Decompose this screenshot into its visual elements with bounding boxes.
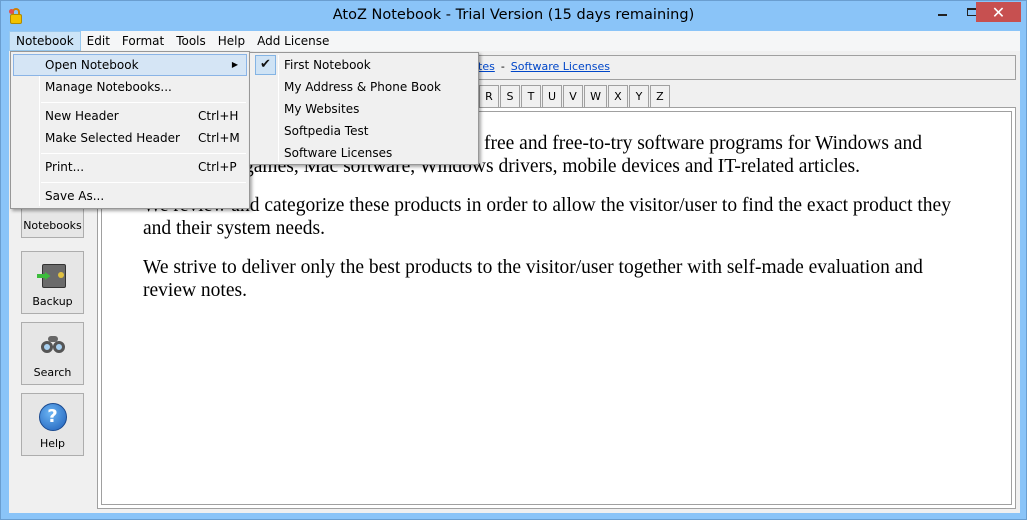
notebook-link-my-websites[interactable]: tes: [478, 60, 495, 73]
editor-paragraph-3: We strive to deliver only the best produ…: [143, 257, 923, 301]
sidebar-label: Backup: [32, 295, 73, 308]
menu-bar: Notebook Edit Format Tools Help Add Lice…: [9, 31, 1020, 51]
tab-x[interactable]: X: [607, 85, 628, 107]
submenu-arrow-icon: ▶: [231, 60, 238, 69]
menu-item-new-header[interactable]: New Header Ctrl+H: [13, 105, 247, 127]
tab-s[interactable]: S: [500, 85, 520, 107]
shortcut-text: Ctrl+H: [198, 109, 239, 123]
close-icon: ✕: [991, 2, 1006, 22]
submenu-item-first-notebook[interactable]: ✔ First Notebook: [252, 54, 476, 76]
menu-tools[interactable]: Tools: [170, 31, 212, 51]
sidebar-label: Help: [39, 437, 66, 450]
close-button[interactable]: ✕: [976, 2, 1021, 22]
menu-help[interactable]: Help: [212, 31, 251, 51]
link-separator: -: [500, 60, 505, 73]
shortcut-text: Ctrl+M: [198, 131, 240, 145]
menu-item-manage-notebooks[interactable]: Manage Notebooks...: [13, 76, 247, 98]
tab-y[interactable]: Y: [628, 85, 649, 107]
tab-r[interactable]: R: [479, 85, 499, 107]
menu-separator: [41, 102, 246, 103]
sidebar-label: Notebooks: [23, 219, 82, 232]
minimize-button[interactable]: [927, 2, 957, 22]
binoculars-icon: [36, 332, 70, 362]
sidebar-search-button[interactable]: Search: [21, 322, 84, 385]
editor-paragraph-2: We review and categorize these products …: [143, 195, 951, 239]
notebook-link-software-licenses[interactable]: Software Licenses: [511, 60, 610, 73]
tab-u[interactable]: U: [542, 85, 563, 107]
sidebar-help-button[interactable]: ? Help: [21, 393, 84, 456]
menu-item-print[interactable]: Print... Ctrl+P: [13, 156, 247, 178]
title-bar[interactable]: AtoZ Notebook - Trial Version (15 days r…: [1, 1, 1026, 31]
checkmark-icon: ✔: [255, 55, 276, 75]
tab-t[interactable]: T: [521, 85, 541, 107]
sidebar-backup-button[interactable]: Backup: [21, 251, 84, 314]
menu-notebook[interactable]: Notebook: [9, 31, 81, 51]
window-title: AtoZ Notebook - Trial Version (15 days r…: [332, 7, 695, 23]
menu-edit[interactable]: Edit: [81, 31, 116, 51]
submenu-item-address-phone-book[interactable]: My Address & Phone Book: [252, 76, 476, 98]
minimize-icon: [937, 14, 947, 16]
menu-separator: [41, 153, 246, 154]
menu-separator: [41, 182, 246, 183]
menu-add-license[interactable]: Add License: [251, 31, 335, 51]
submenu-item-my-websites[interactable]: My Websites: [252, 98, 476, 120]
safe-icon: [36, 261, 70, 291]
submenu-item-software-licenses[interactable]: Software Licenses: [252, 142, 476, 164]
open-notebook-submenu: ✔ First Notebook My Address & Phone Book…: [249, 52, 479, 165]
menu-item-make-selected-header[interactable]: Make Selected Header Ctrl+M: [13, 127, 247, 149]
tab-w[interactable]: W: [584, 85, 607, 107]
menu-item-save-as[interactable]: Save As...: [13, 185, 247, 207]
menu-item-open-notebook[interactable]: Open Notebook ▶: [13, 54, 247, 76]
shortcut-text: Ctrl+P: [198, 160, 237, 174]
notebook-menu: Open Notebook ▶ Manage Notebooks... New …: [10, 51, 250, 209]
menu-format[interactable]: Format: [116, 31, 170, 51]
tab-v[interactable]: V: [563, 85, 584, 107]
help-icon: ?: [36, 403, 70, 433]
submenu-item-softpedia-test[interactable]: Softpedia Test: [252, 120, 476, 142]
sidebar-label: Search: [33, 366, 72, 379]
tab-z[interactable]: Z: [649, 85, 670, 107]
app-window: AtoZ Notebook - Trial Version (15 days r…: [0, 0, 1027, 520]
